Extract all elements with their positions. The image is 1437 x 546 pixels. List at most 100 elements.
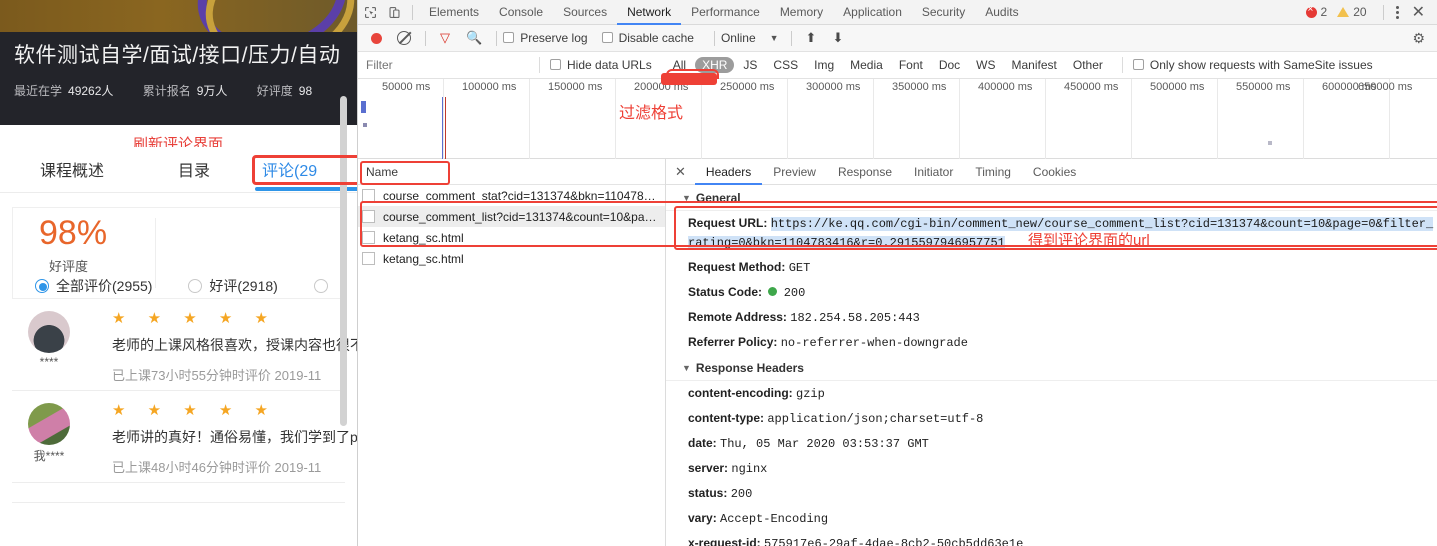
tab-sources[interactable]: Sources (553, 0, 617, 25)
stat-value: 9万人 (196, 84, 228, 98)
annotation-box-name-column (360, 161, 450, 185)
checkbox-icon (1132, 59, 1144, 70)
section-general[interactable]: ▼ General (666, 185, 1437, 211)
detail-tab-initiator[interactable]: Initiator (903, 159, 964, 185)
close-icon[interactable]: ✕ (1406, 2, 1431, 22)
clear-icon[interactable] (397, 31, 411, 45)
header-key: server: (688, 461, 729, 475)
page-scrollbar[interactable] (340, 96, 347, 426)
filter-type-manifest[interactable]: Manifest (1005, 57, 1064, 73)
hide-data-urls-checkbox[interactable]: Hide data URLs (550, 58, 652, 72)
stat-rating: 好评度 98 (257, 82, 312, 99)
section-response-headers[interactable]: ▼ Response Headers (666, 355, 1437, 381)
filter-type-media[interactable]: Media (843, 57, 890, 73)
network-overview[interactable]: 50000 ms 100000 ms 150000 ms 200000 ms 2… (358, 73, 1437, 159)
filter-type-css[interactable]: CSS (766, 57, 805, 73)
detail-tab-timing[interactable]: Timing (964, 159, 1022, 185)
avatar (28, 311, 70, 353)
header-row-request-method: Request Method: GET (666, 255, 1437, 280)
radio-good-comments[interactable]: 好评(2918) (188, 276, 278, 296)
filter-type-all[interactable]: All (666, 57, 693, 73)
status-ok-icon (768, 287, 778, 296)
banner-arc-gold-icon (195, 0, 357, 32)
inspect-element-icon[interactable] (358, 0, 382, 24)
tab-application[interactable]: Application (833, 0, 912, 25)
tab-console[interactable]: Console (489, 0, 553, 25)
tab-course-overview[interactable]: 课程概述 (40, 157, 104, 181)
detail-tab-headers[interactable]: Headers (695, 159, 762, 185)
radio-all-comments[interactable]: 全部评价(2955) (35, 276, 152, 296)
import-har-icon[interactable]: ⬆ (806, 30, 817, 46)
filter-type-ws[interactable]: WS (969, 57, 1002, 73)
ruler-tick-label: 250000 ms (720, 81, 775, 93)
toolbar-divider (1382, 4, 1384, 20)
gear-icon[interactable]: ⚙ (1412, 30, 1431, 47)
devtools-panel: Elements Console Sources Network Perform… (357, 0, 1437, 546)
overview-request-blip (363, 123, 367, 127)
rating-stars-icon: ★ ★ ★ ★ ★ (112, 310, 277, 327)
header-key: Referrer Policy: (688, 335, 778, 349)
radio-more-comments[interactable] (313, 278, 335, 294)
comment-text: 老师的上课风格很喜欢，授课内容也很不 (112, 337, 357, 353)
table-row[interactable]: course_comment_stat?cid=131374&bkn=11047… (358, 185, 665, 206)
filter-type-img[interactable]: Img (807, 57, 841, 73)
checkbox-icon (503, 32, 515, 43)
comment-meta: 已上课73小时55分钟时评价 2019-11 (112, 368, 322, 383)
filter-type-other[interactable]: Other (1066, 57, 1110, 73)
request-type-icon (362, 252, 375, 265)
tab-performance[interactable]: Performance (681, 0, 770, 25)
filter-type-xhr[interactable]: XHR (695, 57, 735, 73)
detail-tab-cookies[interactable]: Cookies (1022, 159, 1087, 185)
error-count-badge[interactable]: 2 20 (1305, 4, 1367, 19)
filter-type-font[interactable]: Font (892, 57, 930, 73)
header-row-referrer-policy: Referrer Policy: no-referrer-when-downgr… (666, 330, 1437, 355)
device-toolbar-icon[interactable] (382, 0, 406, 24)
tab-catalog[interactable]: 目录 (178, 157, 210, 181)
header-value: 575917e6-29af-4dae-8cb2-50cb5dd63e1e (764, 537, 1024, 546)
filter-icon[interactable]: ▽ (440, 30, 450, 46)
tab-memory[interactable]: Memory (770, 0, 833, 25)
search-icon[interactable]: 🔍 (466, 30, 482, 46)
chevron-down-icon: ▼ (682, 363, 691, 373)
close-detail-icon[interactable]: ✕ (666, 164, 695, 180)
header-value: 182.254.58.205:443 (790, 311, 920, 325)
tab-network[interactable]: Network (617, 0, 681, 25)
comment-filter-radios: 全部评价(2955) 好评(2918) (35, 276, 357, 296)
table-row[interactable]: course_comment_list?cid=131374&count=10&… (358, 206, 665, 227)
header-row-content-type: content-type: application/json;charset=u… (666, 406, 1437, 431)
overview-request-blip (1268, 141, 1272, 145)
table-row[interactable]: ketang_sc.html (358, 248, 665, 269)
header-key: Remote Address: (688, 310, 787, 324)
header-value: GET (788, 261, 811, 275)
ruler-tick-label: 50000 ms (382, 81, 431, 93)
error-icon (1305, 4, 1317, 18)
more-options-icon[interactable] (1390, 5, 1406, 19)
filter-input[interactable] (364, 57, 529, 73)
detail-tab-preview[interactable]: Preview (762, 159, 827, 185)
detail-tab-response[interactable]: Response (827, 159, 903, 185)
record-button-icon[interactable] (371, 32, 382, 44)
filter-type-doc[interactable]: Doc (932, 57, 967, 73)
throttling-select[interactable]: Online ▼ (721, 31, 779, 45)
tab-security[interactable]: Security (912, 0, 975, 25)
tab-elements[interactable]: Elements (419, 0, 489, 25)
filter-type-js[interactable]: JS (736, 57, 764, 73)
tab-audits[interactable]: Audits (975, 0, 1028, 25)
toolbar-divider (412, 4, 413, 20)
header-value: gzip (796, 387, 825, 401)
section-response-headers-label: Response Headers (695, 361, 804, 375)
header-key: content-encoding: (688, 386, 793, 400)
export-har-icon[interactable]: ⬇ (832, 30, 843, 46)
annotation-filter-format: 过滤格式 (619, 105, 684, 122)
comment-item: **** ★ ★ ★ ★ ★ 老师的上课风格很喜欢，授课内容也很不 已上课73小… (12, 299, 357, 391)
samesite-issues-checkbox[interactable]: Only show requests with SameSite issues (1132, 58, 1373, 72)
table-row[interactable]: ketang_sc.html (358, 227, 665, 248)
network-lower-split: Name course_comment_stat?cid=131374&bkn=… (358, 159, 1437, 546)
radio-dot-icon (313, 279, 328, 293)
header-row-status: status: 200 (666, 481, 1437, 506)
preserve-log-checkbox[interactable]: Preserve log (503, 31, 588, 45)
warning-count: 20 (1353, 5, 1367, 19)
disable-cache-checkbox[interactable]: Disable cache (601, 31, 694, 45)
course-page: 软件测试自学/面试/接口/压力/自动 最近在学 49262人 累计报名 9万人 好评… (0, 0, 357, 546)
toolbar-divider (539, 57, 540, 73)
